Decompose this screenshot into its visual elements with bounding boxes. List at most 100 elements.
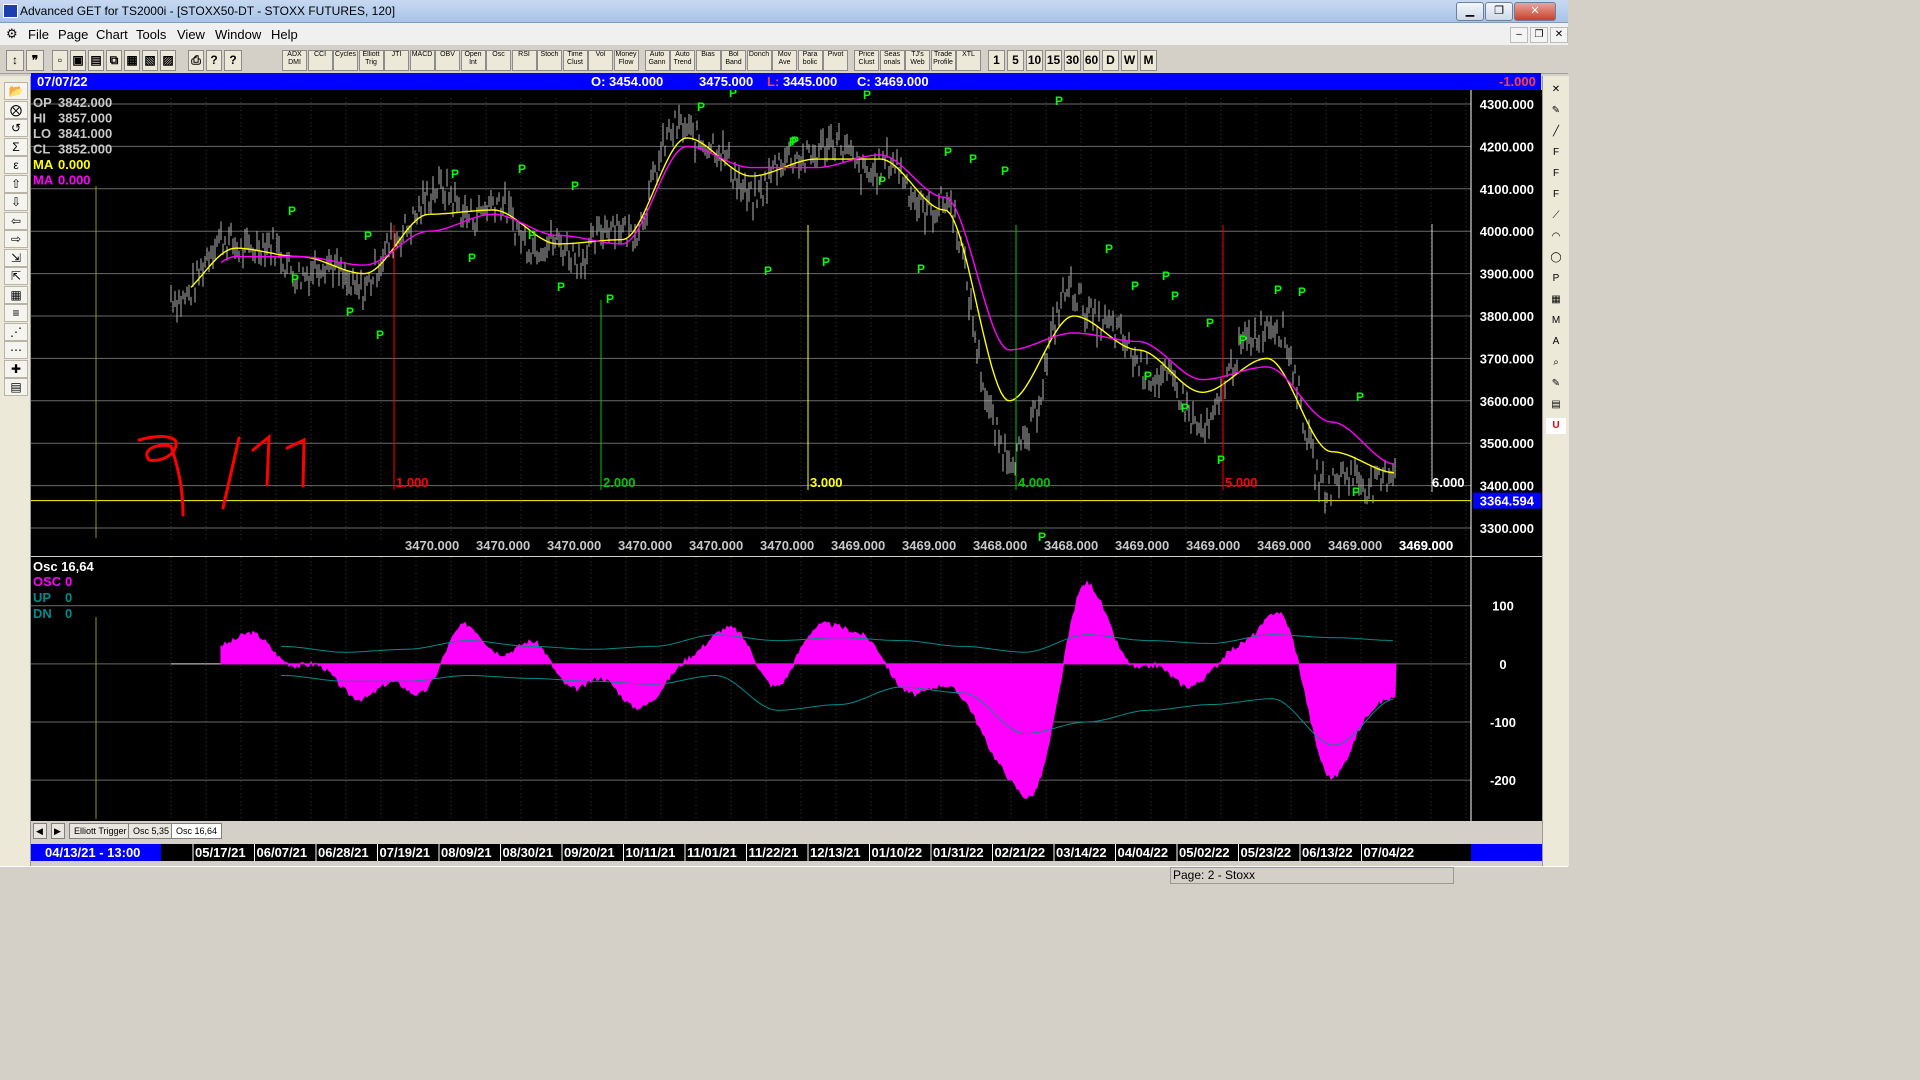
interval-button-5[interactable]: 5 (1007, 50, 1024, 71)
oscillator-chart[interactable]: 1000-100-200Osc 16,64OSC 0UP 0DN 0 (31, 557, 1542, 821)
mdi-restore-icon[interactable]: ❐ (1530, 27, 1548, 43)
right-arrow-icon[interactable]: ⇨ (4, 230, 28, 248)
study-button-price-clust[interactable]: Price Clust (854, 50, 879, 71)
study-button-money-flow[interactable]: Money Flow (613, 50, 639, 71)
study-button-bias[interactable]: Bias (695, 50, 721, 71)
study-button-obv[interactable]: OBV (435, 50, 460, 71)
menu-file[interactable]: File (28, 27, 49, 42)
study-button-donch[interactable]: Donch (746, 50, 772, 71)
study-button-vol[interactable]: Vol (588, 50, 613, 71)
interval-button-d[interactable]: D (1102, 50, 1119, 71)
menu-window[interactable]: Window (215, 27, 261, 42)
tab-prev-icon[interactable]: ◀ (33, 823, 47, 839)
interval-button-10[interactable]: 10 (1026, 50, 1043, 71)
study-button-elliott-trig[interactable]: Elliott Trig (358, 50, 384, 71)
mdi-minimize-icon[interactable]: – (1510, 27, 1528, 43)
menu-tools[interactable]: Tools (136, 27, 166, 42)
menu-page[interactable]: Page (58, 27, 88, 42)
study-button-auto-gann[interactable]: Auto Gann (644, 50, 670, 71)
study-button-auto-trend[interactable]: Auto Trend (670, 50, 695, 71)
open-icon[interactable]: ▣ (70, 50, 86, 71)
study-button-time-clust[interactable]: Time Clust (562, 50, 588, 71)
study-button-pivot[interactable]: Pivot (823, 50, 848, 71)
study-button-trade-profile[interactable]: Trade Profile (930, 50, 956, 71)
interval-button-60[interactable]: 60 (1083, 50, 1100, 71)
oscillator-pane[interactable]: 100 0 -100 -200 Osc 16,64 OSC 0 UP 0 DN 0 (31, 557, 1542, 821)
gann-icon[interactable]: ⨂ (4, 100, 28, 119)
interval-button-15[interactable]: 15 (1045, 50, 1062, 71)
expand-icon[interactable]: ⇱ (4, 267, 28, 285)
restore-button[interactable]: ❐ (1485, 2, 1513, 21)
pencil-icon[interactable]: ✎ (1546, 103, 1566, 119)
interval-button-w[interactable]: W (1121, 50, 1138, 71)
crosshair-icon[interactable]: ✚ (4, 359, 28, 378)
left-arrow-icon[interactable]: ⇦ (4, 211, 28, 230)
folder-icon[interactable]: 📂 (4, 82, 28, 100)
study-button-osc[interactable]: Osc (486, 50, 511, 71)
menu-view[interactable]: View (177, 27, 205, 42)
up-arrow-icon[interactable]: ⇧ (4, 174, 28, 193)
tab-elliott-trigger[interactable]: Elliott Trigger (69, 823, 132, 839)
mob-icon[interactable]: M (1546, 313, 1566, 329)
mdi-close-icon[interactable]: ✕ (1550, 27, 1568, 43)
new-icon[interactable]: ▫ (52, 50, 68, 71)
grid-icon[interactable]: ▦ (4, 285, 28, 304)
price-chart[interactable]: 4300.000 4200.000 4100.000 4000.000 3900.000… (31, 86, 1542, 556)
trend-icon[interactable]: ⟋ (1546, 208, 1566, 224)
ellipse-icon[interactable]: ◯ (1546, 250, 1566, 266)
tab-osc-5-35[interactable]: Osc 5,35 (128, 823, 175, 839)
study-button-jti[interactable]: JTI (384, 50, 409, 71)
study-button-para-bolic[interactable]: Para bolic (797, 50, 823, 71)
tab-osc-16-64[interactable]: Osc 16,64 (171, 823, 223, 839)
study-button-mov-ave[interactable]: Mov Ave (772, 50, 797, 71)
pti-icon[interactable]: P (1546, 271, 1566, 287)
u-icon[interactable]: U (1546, 418, 1566, 434)
study-button-tj-s-web[interactable]: TJ's Web (905, 50, 930, 71)
cascade-icon[interactable]: ▨ (160, 50, 176, 71)
interval-button-m[interactable]: M (1140, 50, 1157, 71)
lines-icon[interactable]: ≡ (4, 304, 28, 322)
tile-icon[interactable]: ▧ (142, 50, 158, 71)
study-button-rsi[interactable]: RSI (511, 50, 537, 71)
price-chart-pane[interactable]: 4300.000 4200.000 4100.000 4000.000 3900.000… (31, 86, 1542, 556)
save-page-icon[interactable]: ▤ (88, 50, 104, 71)
text-icon[interactable]: A (1546, 334, 1566, 350)
cursor-icon[interactable]: ↕ (6, 50, 24, 71)
study-button-adx-dmi[interactable]: ADX DMI (282, 50, 307, 71)
interval-button-30[interactable]: 30 (1064, 50, 1081, 71)
close-x-icon[interactable]: ✕ (1546, 82, 1566, 98)
paint-icon[interactable]: ✎ (1546, 376, 1566, 392)
arc-icon[interactable]: ◠ (1546, 229, 1566, 245)
fib-ext-icon[interactable]: F (1546, 166, 1566, 182)
study-button-open-int[interactable]: Open Int (460, 50, 486, 71)
quote-icon[interactable]: ❞ (26, 50, 44, 71)
save-icon[interactable]: ▤ (4, 378, 28, 396)
line-icon[interactable]: ╱ (1546, 124, 1566, 140)
study-button-stoch[interactable]: Stoch (537, 50, 562, 71)
erase-icon[interactable]: ▤ (1546, 397, 1566, 413)
study-button-bol-band[interactable]: Bol Band (721, 50, 746, 71)
gann-fan-icon[interactable]: ⋰ (4, 322, 28, 341)
compress-icon[interactable]: ⇲ (4, 248, 28, 267)
study-button-macd[interactable]: MACD (409, 50, 435, 71)
fib-time-icon[interactable]: F (1546, 187, 1566, 203)
menu-help[interactable]: Help (271, 27, 298, 42)
study-button-cci[interactable]: CCI (307, 50, 333, 71)
help-icon[interactable]: ? (224, 50, 242, 71)
menu-chart[interactable]: Chart (96, 27, 128, 42)
interval-button-1[interactable]: 1 (988, 50, 1005, 71)
copy-icon[interactable]: ⧉ (106, 50, 122, 71)
print-preview-icon[interactable]: ▦ (124, 50, 140, 71)
down-arrow-icon[interactable]: ⇩ (4, 193, 28, 211)
minimize-button[interactable]: ▁ (1456, 2, 1484, 21)
study-icon[interactable]: Σ (4, 137, 28, 156)
zoom-icon[interactable]: ⌕ (1546, 355, 1566, 371)
study-button-seas-onals[interactable]: Seas onals (879, 50, 905, 71)
reset-icon[interactable]: ↺ (4, 119, 28, 137)
study-button-xtl[interactable]: XTL (956, 50, 981, 71)
hint-icon[interactable]: ? (206, 50, 222, 71)
tab-next-icon[interactable]: ▶ (51, 823, 65, 839)
close-button[interactable]: ✕ (1514, 2, 1556, 21)
grid2-icon[interactable]: ▦ (1546, 292, 1566, 308)
fib-ret-icon[interactable]: F (1546, 145, 1566, 161)
